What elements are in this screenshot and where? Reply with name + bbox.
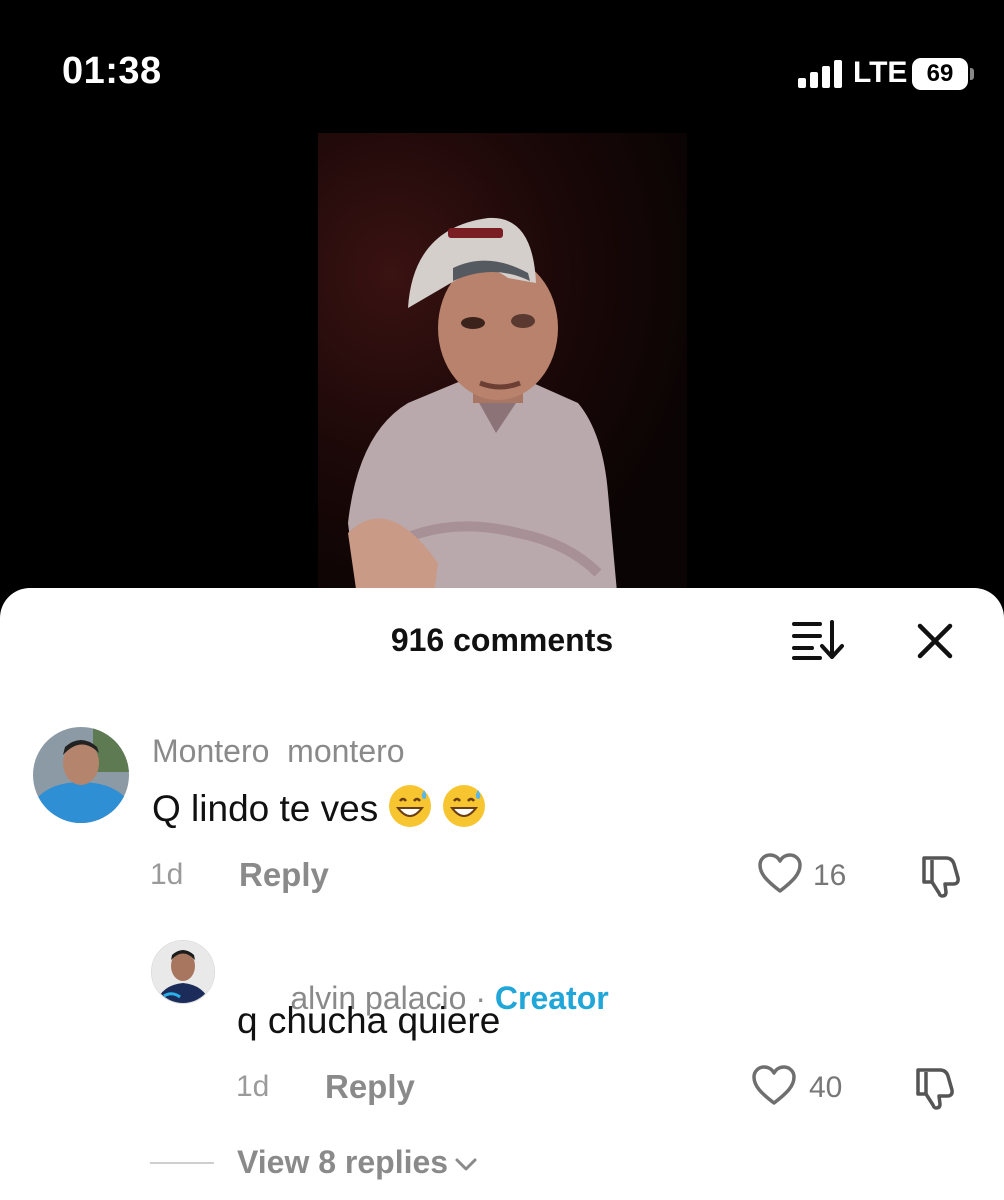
grinning-sweat-emoji-icon	[443, 785, 486, 828]
sort-icon[interactable]	[790, 618, 846, 662]
replies-divider	[150, 1162, 214, 1164]
reply-button[interactable]: Reply	[239, 856, 329, 894]
comment-body: q chucha quiere	[237, 1000, 501, 1041]
signal-strength-icon	[798, 60, 844, 88]
comment-text: Q lindo te ves	[152, 785, 486, 830]
comment-time: 1d	[150, 858, 184, 891]
view-replies-button[interactable]: View 8 replies	[237, 1144, 478, 1181]
dislike-icon[interactable]	[912, 1064, 958, 1110]
avatar[interactable]	[33, 727, 129, 823]
comment-body: Q lindo te ves	[152, 788, 379, 829]
battery-cap	[970, 68, 974, 80]
creator-avatar[interactable]	[151, 940, 215, 1004]
heart-icon[interactable]	[757, 852, 803, 894]
close-icon[interactable]	[912, 618, 958, 664]
comment-username[interactable]: Montero montero	[152, 733, 405, 770]
grinning-sweat-emoji-icon	[389, 785, 432, 828]
reply-button[interactable]: Reply	[325, 1068, 415, 1106]
comments-sheet: 916 comments Montero montero Q lindo te …	[0, 588, 1004, 1200]
video-person-illustration	[348, 217, 618, 603]
network-type: LTE	[853, 56, 908, 89]
status-bar: 01:38 LTE 69	[0, 0, 1004, 120]
view-replies-label: View 8 replies	[237, 1144, 449, 1180]
comment-time: 1d	[236, 1070, 270, 1103]
clock: 01:38	[62, 50, 162, 92]
chevron-down-icon	[455, 1158, 477, 1171]
like-count: 40	[809, 1071, 843, 1104]
dislike-icon[interactable]	[918, 852, 964, 898]
like-count: 16	[813, 859, 847, 892]
video-player[interactable]	[318, 133, 687, 603]
creator-badge: Creator	[494, 980, 609, 1016]
comments-count-title: 916 comments	[390, 622, 614, 658]
battery-icon: 69	[912, 58, 968, 90]
heart-icon[interactable]	[751, 1064, 797, 1106]
